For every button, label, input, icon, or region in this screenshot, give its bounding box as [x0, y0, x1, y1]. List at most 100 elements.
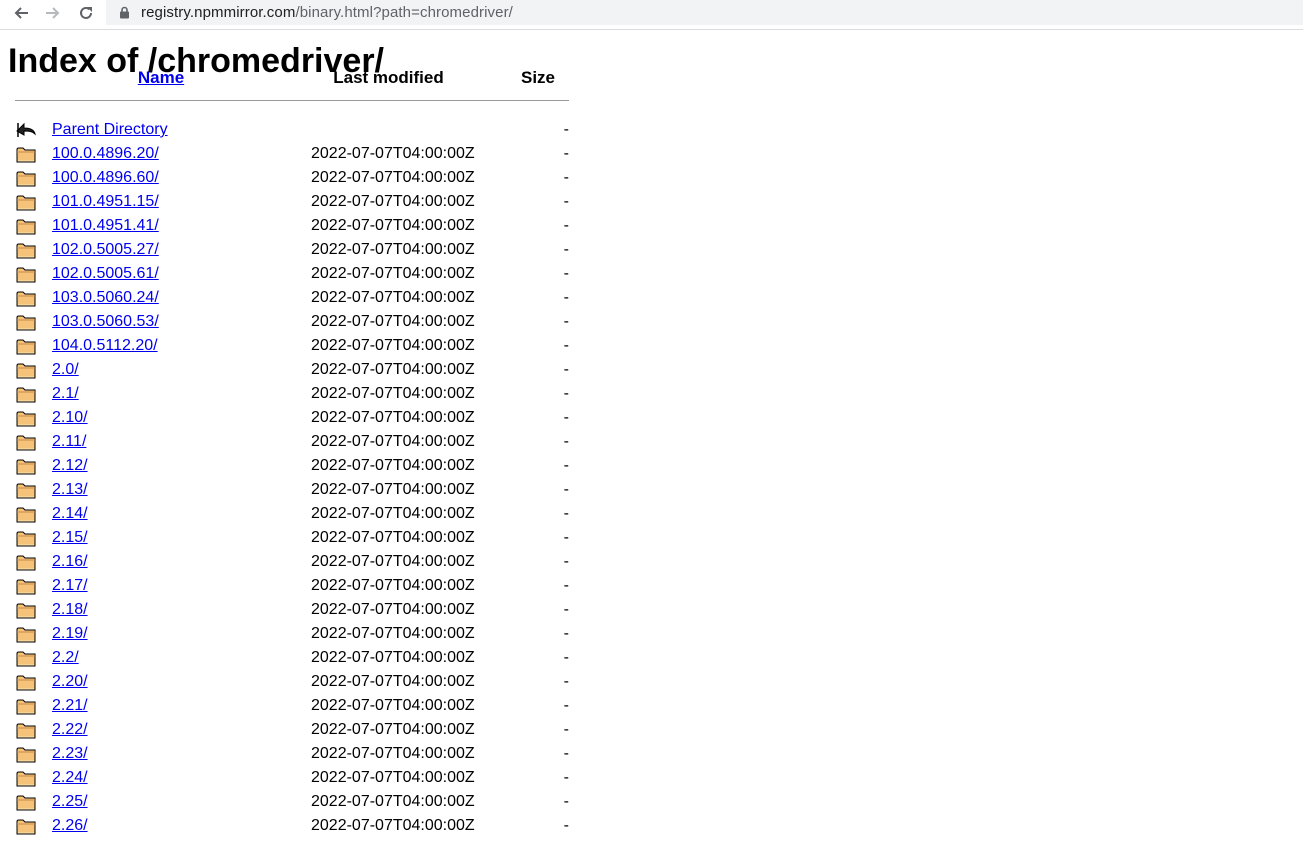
name-cell: 2.12/: [52, 454, 270, 478]
directory-link[interactable]: 101.0.4951.15/: [52, 193, 159, 210]
size-cell: -: [563, 457, 569, 474]
table-row: 103.0.5060.24/2022-07-07T04:00:00Z -: [15, 286, 569, 310]
directory-link[interactable]: 2.26/: [52, 817, 88, 834]
directory-link[interactable]: 103.0.5060.24/: [52, 289, 159, 306]
directory-listing: Name Last modified Size Parent Directory…: [15, 62, 569, 838]
folder-icon: [15, 262, 52, 286]
size-cell: -: [563, 481, 569, 498]
back-button[interactable]: [8, 2, 34, 24]
directory-link[interactable]: 2.21/: [52, 697, 88, 714]
table-row: 102.0.5005.61/2022-07-07T04:00:00Z -: [15, 262, 569, 286]
reload-button[interactable]: [73, 2, 99, 24]
table-row: 2.19/2022-07-07T04:00:00Z -: [15, 622, 569, 646]
folder-icon: [15, 142, 52, 166]
parent-directory-link[interactable]: Parent Directory: [52, 121, 168, 138]
directory-link[interactable]: 103.0.5060.53/: [52, 313, 159, 330]
size-cell: -: [563, 721, 569, 738]
name-cell: 2.2/: [52, 646, 270, 670]
directory-link[interactable]: 2.13/: [52, 481, 88, 498]
directory-link[interactable]: 2.18/: [52, 601, 88, 618]
name-cell: 2.1/: [52, 382, 270, 406]
directory-link[interactable]: 100.0.4896.60/: [52, 169, 159, 186]
directory-link[interactable]: 2.19/: [52, 625, 88, 642]
directory-link[interactable]: 2.25/: [52, 793, 88, 810]
directory-link[interactable]: 2.16/: [52, 553, 88, 570]
lock-icon[interactable]: [119, 6, 133, 20]
directory-link[interactable]: 2.2/: [52, 649, 79, 666]
table-row: 2.20/2022-07-07T04:00:00Z -: [15, 670, 569, 694]
sort-by-name-link[interactable]: Name: [138, 68, 184, 87]
directory-link[interactable]: 101.0.4951.41/: [52, 217, 159, 234]
table-row: 2.25/2022-07-07T04:00:00Z -: [15, 790, 569, 814]
modified-cell: 2022-07-07T04:00:00Z: [311, 505, 475, 522]
size-cell: -: [563, 169, 569, 186]
table-row: 101.0.4951.41/2022-07-07T04:00:00Z -: [15, 214, 569, 238]
back-arrow-icon: [15, 118, 52, 142]
folder-icon: [15, 574, 52, 598]
name-cell: 2.24/: [52, 766, 270, 790]
directory-link[interactable]: 2.17/: [52, 577, 88, 594]
name-cell: 2.23/: [52, 742, 270, 766]
modified-cell: 2022-07-07T04:00:00Z: [311, 481, 475, 498]
name-cell: 2.16/: [52, 550, 270, 574]
folder-icon: [15, 814, 52, 838]
directory-link[interactable]: 2.22/: [52, 721, 88, 738]
table-row: 104.0.5112.20/2022-07-07T04:00:00Z -: [15, 334, 569, 358]
name-cell: 101.0.4951.41/: [52, 214, 270, 238]
size-cell: -: [563, 745, 569, 762]
name-cell: 2.18/: [52, 598, 270, 622]
modified-cell: 2022-07-07T04:00:00Z: [311, 697, 475, 714]
folder-icon: [15, 598, 52, 622]
directory-link[interactable]: 2.10/: [52, 409, 88, 426]
name-cell: 104.0.5112.20/: [52, 334, 270, 358]
directory-link[interactable]: 2.0/: [52, 361, 79, 378]
directory-link[interactable]: 2.23/: [52, 745, 88, 762]
url-text[interactable]: registry.npmmirror.com/binary.html?path=…: [141, 4, 513, 21]
size-cell: -: [563, 697, 569, 714]
modified-cell: 2022-07-07T04:00:00Z: [311, 553, 475, 570]
modified-cell: 2022-07-07T04:00:00Z: [311, 817, 475, 834]
size-cell: -: [563, 769, 569, 786]
parent-directory-cell: Parent Directory: [52, 118, 270, 142]
name-cell: 2.20/: [52, 670, 270, 694]
folder-icon: [15, 430, 52, 454]
table-row: 2.12/2022-07-07T04:00:00Z -: [15, 454, 569, 478]
modified-cell: 2022-07-07T04:00:00Z: [311, 409, 475, 426]
folder-icon: [15, 646, 52, 670]
size-cell: -: [563, 505, 569, 522]
folder-icon: [15, 286, 52, 310]
size-cell: -: [563, 529, 569, 546]
directory-link[interactable]: 2.12/: [52, 457, 88, 474]
folder-icon: [15, 502, 52, 526]
size-cell: -: [563, 673, 569, 690]
forward-button[interactable]: [40, 2, 66, 24]
directory-link[interactable]: 100.0.4896.20/: [52, 145, 159, 162]
table-row: 2.11/2022-07-07T04:00:00Z -: [15, 430, 569, 454]
directory-link[interactable]: 104.0.5112.20/: [52, 337, 158, 354]
url-path: /binary.html?path=chromedriver/: [295, 4, 513, 21]
modified-cell: 2022-07-07T04:00:00Z: [311, 601, 475, 618]
last-modified-column-header: Last modified: [333, 68, 444, 87]
directory-link[interactable]: 2.15/: [52, 529, 88, 546]
name-cell: 2.14/: [52, 502, 270, 526]
address-bar[interactable]: registry.npmmirror.com/binary.html?path=…: [106, 0, 1303, 25]
size-cell: -: [563, 601, 569, 618]
modified-cell: 2022-07-07T04:00:00Z: [311, 433, 475, 450]
directory-link[interactable]: 2.20/: [52, 673, 88, 690]
directory-link[interactable]: 2.11/: [52, 433, 86, 450]
directory-link[interactable]: 102.0.5005.61/: [52, 265, 159, 282]
modified-cell: 2022-07-07T04:00:00Z: [311, 721, 475, 738]
directory-link[interactable]: 2.1/: [52, 385, 79, 402]
name-cell: 103.0.5060.24/: [52, 286, 270, 310]
browser-toolbar: registry.npmmirror.com/binary.html?path=…: [0, 0, 1303, 30]
name-cell: 2.15/: [52, 526, 270, 550]
directory-link[interactable]: 2.14/: [52, 505, 88, 522]
modified-cell: 2022-07-07T04:00:00Z: [311, 217, 475, 234]
folder-icon: [15, 382, 52, 406]
directory-link[interactable]: 102.0.5005.27/: [52, 241, 159, 258]
folder-icon: [15, 550, 52, 574]
size-cell: -: [563, 217, 569, 234]
modified-cell: 2022-07-07T04:00:00Z: [311, 361, 475, 378]
directory-link[interactable]: 2.24/: [52, 769, 88, 786]
folder-icon: [15, 766, 52, 790]
